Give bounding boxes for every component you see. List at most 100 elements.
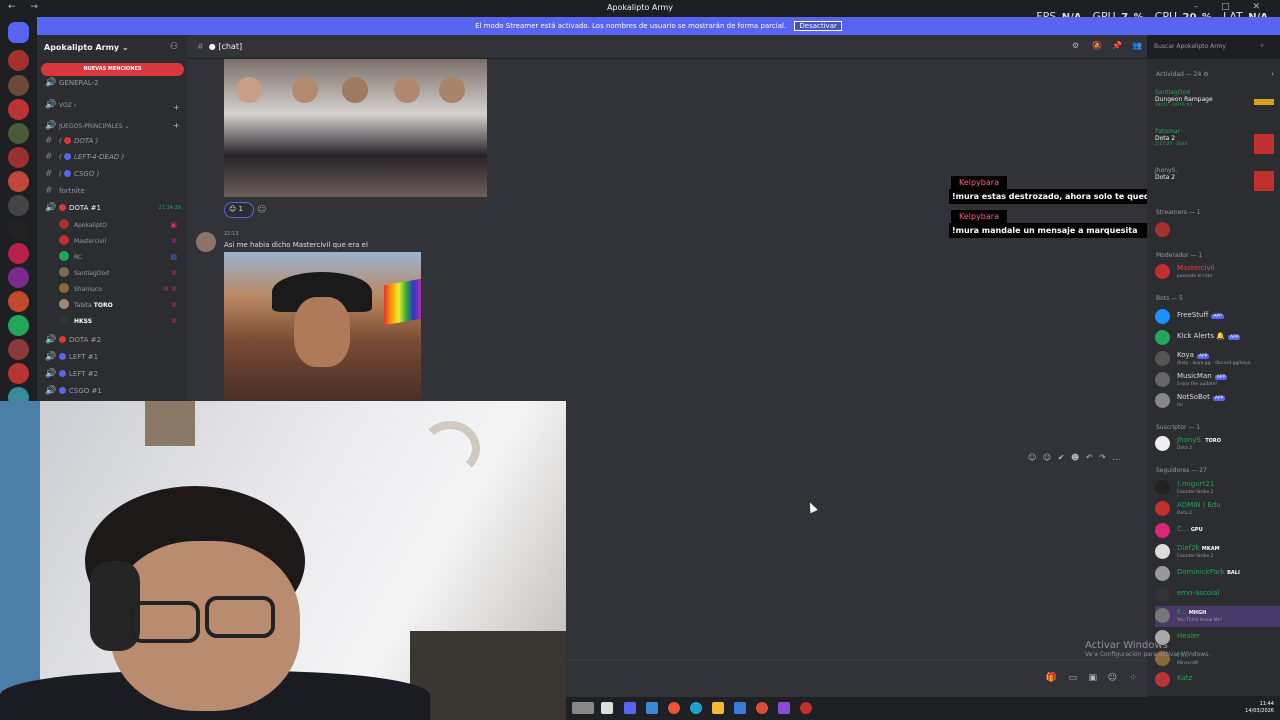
- category-voz[interactable]: 🔊 VOZ ›: [45, 98, 185, 113]
- activity-card[interactable]: SantiagOod Dungeon Rampage 29:01 · DOTA …: [1155, 89, 1280, 108]
- deactivate-button[interactable]: Desactivar: [794, 21, 842, 31]
- activity-card[interactable]: Patomar Dota 2 2:27:20 · Dota: [1155, 128, 1280, 154]
- reaction-icon[interactable]: ☻: [1071, 453, 1079, 462]
- channel-dota[interactable]: #( DOTA ): [45, 134, 185, 149]
- add-reaction-icon[interactable]: ☺: [257, 205, 266, 215]
- taskbar-app-icon[interactable]: [668, 702, 680, 714]
- voice-channel-dota-2[interactable]: 🔊 DOTA #2: [45, 333, 185, 348]
- activity-header: Actividad — 24 ⚙: [1156, 71, 1209, 78]
- member-follower[interactable]: Katz: [1155, 670, 1280, 691]
- add-channel-icon[interactable]: +: [173, 103, 180, 112]
- threads-icon[interactable]: ⚙: [1072, 41, 1082, 51]
- activity-card[interactable]: JhonyS. Dota 2: [1155, 167, 1280, 191]
- member-follower[interactable]: !.migurt21 Counter-Strike 2: [1155, 478, 1280, 499]
- emoji-icon[interactable]: ☺: [1108, 673, 1117, 683]
- search-icon: ⌕: [1260, 42, 1264, 49]
- home-icon[interactable]: [8, 22, 29, 43]
- avatar[interactable]: [196, 232, 216, 252]
- check-icon[interactable]: ✔: [1058, 453, 1065, 462]
- emoji-icon[interactable]: ☺: [1043, 453, 1051, 462]
- server-icon[interactable]: [8, 267, 29, 288]
- chevron-right-icon[interactable]: ›: [1271, 70, 1274, 78]
- gift-icon[interactable]: 🎁: [1046, 673, 1057, 683]
- gif-icon[interactable]: ▭: [1068, 673, 1077, 683]
- voice-user[interactable]: Shamuco ⊘ ⊘: [59, 282, 181, 297]
- server-icon[interactable]: [8, 315, 29, 336]
- server-icon[interactable]: [8, 99, 29, 120]
- server-icon[interactable]: [8, 75, 29, 96]
- taskbar-app-icon[interactable]: [778, 702, 790, 714]
- member-bot[interactable]: Koya APP/help - koya.gg - discord.gg/koya: [1155, 349, 1280, 370]
- server-icon[interactable]: [8, 50, 29, 71]
- reply-icon[interactable]: ↶: [1086, 453, 1093, 462]
- voice-user[interactable]: SantiagOod ⊘: [59, 266, 181, 281]
- attachment-image[interactable]: [224, 252, 421, 400]
- server-icon[interactable]: [8, 291, 29, 312]
- forward-icon[interactable]: ↷: [1099, 453, 1106, 462]
- channel-csgo[interactable]: #( CSGO ): [45, 167, 185, 182]
- system-clock[interactable]: 11:44 14/03/2026: [1245, 701, 1274, 715]
- attachment-image[interactable]: [224, 59, 487, 197]
- member-follower[interactable]: ADMIN | Edu Dota 2: [1155, 499, 1280, 520]
- channel-left4dead[interactable]: #( LEFT-4-DEAD ): [45, 150, 185, 165]
- new-mentions-pill[interactable]: NUEVAS MENCIONES: [41, 63, 184, 76]
- server-icon[interactable]: [8, 339, 29, 360]
- server-icon[interactable]: [8, 243, 29, 264]
- search-input[interactable]: Buscar Apokalipto Army ⌕: [1149, 40, 1269, 54]
- channel-general-2[interactable]: 🔊 GENERAL-2: [45, 76, 185, 91]
- server-icon[interactable]: [8, 363, 29, 384]
- taskbar-app-icon[interactable]: [734, 702, 746, 714]
- member-bot[interactable]: FreeStuff APP: [1155, 307, 1280, 328]
- message-composer[interactable]: 🎁 ▭ ▣ ☺ ⁘: [566, 660, 1147, 696]
- voice-user[interactable]: HKSS ⊘: [59, 314, 181, 329]
- member-bot[interactable]: NotSoBot APP for: [1155, 391, 1280, 412]
- members-icon[interactable]: 👥: [1132, 41, 1142, 51]
- voice-channel-dota-1[interactable]: 🔊 DOTA #1 21:14:39: [45, 201, 185, 216]
- server-icon[interactable]: [8, 123, 29, 144]
- notification-icon[interactable]: 🔕: [1092, 41, 1102, 51]
- voice-user[interactable]: Tabita TORO ⊘: [59, 298, 181, 313]
- voice-user[interactable]: Mastercivil ⊘: [59, 234, 181, 249]
- channel-fortnite[interactable]: # fortnite: [45, 184, 185, 199]
- member-bot[interactable]: Kick Alerts 🔔 APP: [1155, 328, 1280, 349]
- more-icon[interactable]: …: [1112, 453, 1120, 462]
- member-follower[interactable]: DominickPark BALI: [1155, 564, 1280, 585]
- reaction-chip[interactable]: ☺ 1: [224, 202, 254, 218]
- member-streamer[interactable]: [1155, 220, 1280, 241]
- member-bot[interactable]: MusicMan APP Enjoy the update!: [1155, 370, 1280, 391]
- taskbar-app-icon[interactable]: [572, 702, 594, 714]
- pin-icon[interactable]: 📌: [1112, 41, 1122, 51]
- avatar: [1155, 501, 1170, 516]
- member-follower[interactable]: C... GPU: [1155, 521, 1280, 542]
- discord-icon[interactable]: [624, 702, 636, 714]
- server-icon[interactable]: [8, 195, 29, 216]
- server-icon[interactable]: [8, 171, 29, 192]
- voice-channel-csgo-1[interactable]: 🔊 CSGO #1: [45, 384, 185, 399]
- message-hover-toolbar[interactable]: ☺ ☺ ✔ ☻ ↶ ↷ …: [1028, 453, 1134, 467]
- obs-icon[interactable]: [800, 702, 812, 714]
- server-name[interactable]: Apokalipto Army ⌄: [44, 43, 129, 52]
- voice-user[interactable]: RC ▤: [59, 250, 181, 265]
- voice-channel-left-2[interactable]: 🔊 LEFT #2: [45, 367, 185, 382]
- taskbar-app-icon[interactable]: [646, 702, 658, 714]
- member-moderator[interactable]: Mastercivil pasando el rato: [1155, 262, 1280, 283]
- server-icon[interactable]: [8, 147, 29, 168]
- member-subscriber[interactable]: JhonyS. TORO Dota 2: [1155, 434, 1280, 455]
- taskbar-app-icon[interactable]: [601, 702, 613, 714]
- sticker-icon[interactable]: ▣: [1088, 673, 1097, 683]
- add-channel-icon[interactable]: +: [173, 121, 180, 130]
- chrome-icon[interactable]: [756, 702, 768, 714]
- category-juegos[interactable]: 🔊 JUEGOS-PRINCIPALES ⌄: [45, 119, 185, 134]
- server-icon[interactable]: [8, 219, 29, 240]
- edge-icon[interactable]: [690, 702, 702, 714]
- gear-icon[interactable]: ⚙: [1203, 71, 1208, 78]
- voice-user[interactable]: ApokaliptO ▣: [59, 218, 181, 233]
- add-member-icon[interactable]: ⚇: [170, 42, 178, 52]
- emoji-icon[interactable]: ☺: [1028, 453, 1036, 462]
- voice-channel-left-1[interactable]: 🔊 LEFT #1: [45, 350, 185, 365]
- folder-icon[interactable]: [712, 702, 724, 714]
- apps-icon[interactable]: ⁘: [1129, 673, 1137, 683]
- member-follower[interactable]: Dief2k MKAM Counter-Strike 2: [1155, 542, 1280, 563]
- member-follower[interactable]: F... MHGH You Think Know Me!: [1155, 606, 1280, 627]
- member-follower[interactable]: emo-ascoial: [1155, 585, 1280, 606]
